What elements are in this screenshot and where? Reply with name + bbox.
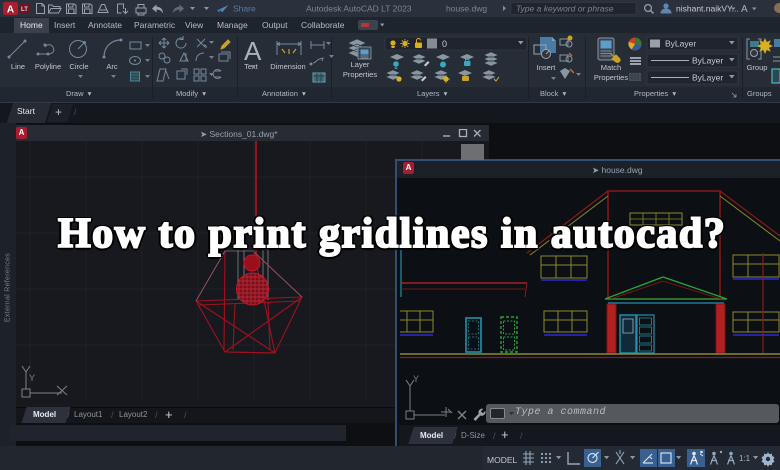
svg-text:nishant.naikVY...: nishant.naikVY...: [676, 4, 739, 14]
svg-text:0: 0: [442, 39, 447, 49]
svg-text:Type a keyword or phrase: Type a keyword or phrase: [516, 4, 614, 14]
svg-text:Y: Y: [29, 373, 35, 383]
svg-text:LT: LT: [21, 7, 28, 13]
svg-text:Share: Share: [233, 4, 256, 14]
svg-text:A: A: [7, 5, 14, 16]
svg-text:ByLayer: ByLayer: [692, 73, 723, 83]
svg-text:A: A: [741, 4, 748, 15]
svg-text:A: A: [244, 36, 262, 66]
svg-text:house.dwg: house.dwg: [446, 4, 487, 14]
svg-text:ByLayer: ByLayer: [665, 39, 696, 49]
svg-text:ByLayer: ByLayer: [692, 56, 723, 66]
svg-text:1:1: 1:1: [739, 454, 751, 463]
svg-text:Y: Y: [413, 374, 419, 384]
svg-text:Autodesk AutoCAD LT 2023: Autodesk AutoCAD LT 2023: [306, 4, 412, 14]
